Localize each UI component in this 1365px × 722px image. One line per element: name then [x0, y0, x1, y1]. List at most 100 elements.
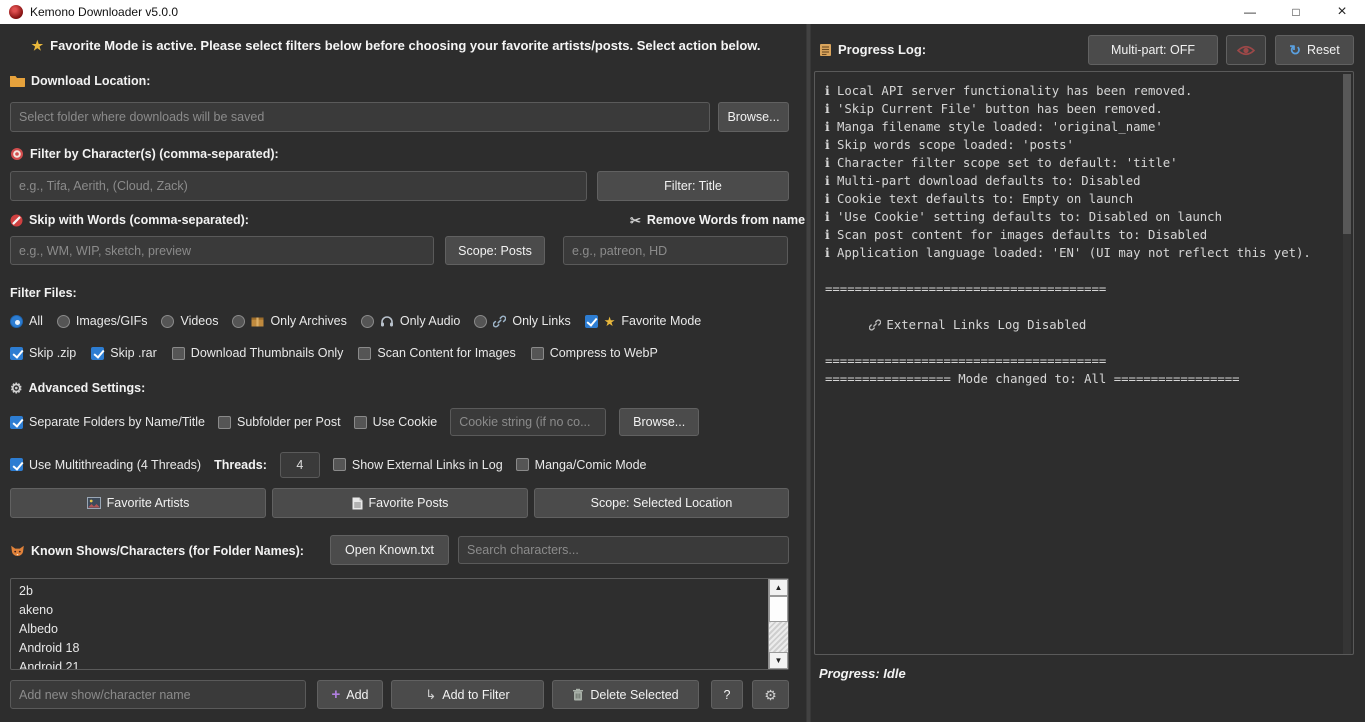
- scope-selected-location-button[interactable]: Scope: Selected Location: [534, 488, 789, 518]
- remove-words-label: ✂ Remove Words from name:: [630, 213, 809, 227]
- log-scrollbar[interactable]: [1343, 74, 1351, 654]
- radio-videos[interactable]: Videos: [161, 314, 218, 328]
- checkbox-label: Compress to WebP: [550, 346, 658, 360]
- skip-words-input[interactable]: [10, 236, 434, 265]
- add-button[interactable]: + Add: [317, 680, 383, 709]
- favorite-posts-button[interactable]: Favorite Posts: [272, 488, 528, 518]
- threads-label: Threads:: [214, 458, 267, 472]
- download-location-input[interactable]: [10, 102, 710, 132]
- log-line-text: 'Use Cookie' setting defaults to: Disabl…: [837, 210, 1222, 224]
- compress-webp-checkbox[interactable]: Compress to WebP: [531, 346, 658, 360]
- info-icon: [825, 82, 837, 100]
- checkbox-icon: [354, 416, 367, 429]
- log-blank-line: [825, 262, 1339, 280]
- browse-cookie-button[interactable]: Browse...: [619, 408, 699, 436]
- checkbox-label: Favorite Mode: [621, 314, 701, 328]
- radio-label: Videos: [180, 314, 218, 328]
- radio-label: All: [29, 314, 43, 328]
- open-known-txt-button[interactable]: Open Known.txt: [330, 535, 449, 565]
- cookie-string-input[interactable]: [450, 408, 606, 436]
- download-thumbnails-checkbox[interactable]: Download Thumbnails Only: [172, 346, 344, 360]
- list-item[interactable]: 2b: [11, 582, 788, 601]
- add-to-filter-button[interactable]: ↳ Add to Filter: [391, 680, 544, 709]
- multipart-toggle-button[interactable]: Multi-part: OFF: [1088, 35, 1218, 65]
- threads-input[interactable]: [280, 452, 320, 478]
- checkbox-icon: [10, 458, 23, 471]
- checkbox-icon: [585, 315, 598, 328]
- list-item[interactable]: Albedo: [11, 620, 788, 639]
- use-cookie-checkbox[interactable]: Use Cookie: [354, 415, 438, 429]
- checkbox-label: Use Cookie: [373, 415, 438, 429]
- help-button[interactable]: ?: [711, 680, 743, 709]
- known-characters-list[interactable]: 2b akeno Albedo Android 18 Android 21 ▲ …: [10, 578, 789, 670]
- log-line-text: Application language loaded: 'EN' (UI ma…: [837, 246, 1311, 260]
- radio-only-links[interactable]: Only Links: [474, 314, 570, 328]
- settings-gear-button[interactable]: ⚙: [752, 680, 789, 709]
- log-separator: ======================================: [825, 280, 1339, 298]
- separate-folders-checkbox[interactable]: Separate Folders by Name/Title: [10, 415, 205, 429]
- remove-words-input[interactable]: [563, 236, 788, 265]
- no-entry-icon: [10, 214, 23, 227]
- browse-download-button[interactable]: Browse...: [718, 102, 789, 132]
- checkbox-icon: [10, 416, 23, 429]
- character-filter-input[interactable]: [10, 171, 587, 201]
- scroll-thumb[interactable]: [769, 596, 788, 622]
- list-scrollbar[interactable]: ▲ ▼: [768, 579, 788, 669]
- radio-images-gifs[interactable]: Images/GIFs: [57, 314, 148, 328]
- info-icon: [825, 208, 837, 226]
- fox-icon: [10, 545, 25, 558]
- checkbox-label: Subfolder per Post: [237, 415, 341, 429]
- character-filter-scope-button[interactable]: Filter: Title: [597, 171, 789, 201]
- window-title: Kemono Downloader v5.0.0: [30, 5, 178, 19]
- subfolder-per-post-checkbox[interactable]: Subfolder per Post: [218, 415, 341, 429]
- log-line-text: Skip words scope loaded: 'posts': [837, 138, 1074, 152]
- scroll-down-button[interactable]: ▼: [769, 652, 788, 669]
- list-item[interactable]: Android 18: [11, 639, 788, 658]
- radio-label: Images/GIFs: [76, 314, 148, 328]
- star-icon: ★: [604, 315, 616, 328]
- manga-comic-mode-checkbox[interactable]: Manga/Comic Mode: [516, 458, 647, 472]
- scroll-up-button[interactable]: ▲: [769, 579, 788, 596]
- log-scroll-thumb[interactable]: [1343, 74, 1351, 234]
- advanced-row-2: Use Multithreading (4 Threads) Threads: …: [10, 450, 647, 479]
- favorite-artists-button[interactable]: Favorite Artists: [10, 488, 266, 518]
- close-button[interactable]: ×: [1319, 0, 1365, 24]
- eye-toggle-button[interactable]: [1226, 35, 1266, 65]
- checkbox-label: Use Multithreading (4 Threads): [29, 458, 201, 472]
- checkbox-icon: [333, 458, 346, 471]
- known-characters-label-text: Known Shows/Characters (for Folder Names…: [31, 544, 304, 558]
- delete-selected-button[interactable]: Delete Selected: [552, 680, 699, 709]
- favorite-mode-checkbox[interactable]: ★ Favorite Mode: [585, 314, 702, 328]
- reset-button[interactable]: ↻ Reset: [1275, 35, 1354, 65]
- checkbox-label: Download Thumbnails Only: [191, 346, 344, 360]
- radio-only-audio[interactable]: Only Audio: [361, 314, 460, 328]
- checkbox-icon: [358, 347, 371, 360]
- skip-zip-checkbox[interactable]: Skip .zip: [10, 346, 76, 360]
- list-item[interactable]: Android 21: [11, 658, 788, 670]
- log-line: Cookie text defaults to: Empty on launch: [825, 190, 1339, 208]
- skip-scope-button[interactable]: Scope: Posts: [445, 236, 545, 265]
- radio-only-archives[interactable]: Only Archives: [232, 314, 346, 328]
- search-characters-input[interactable]: [458, 536, 789, 564]
- gear-icon: ⚙: [10, 381, 23, 395]
- checkbox-icon: [91, 347, 104, 360]
- skip-rar-checkbox[interactable]: Skip .rar: [91, 346, 157, 360]
- show-external-links-checkbox[interactable]: Show External Links in Log: [333, 458, 503, 472]
- log-external-links-line: External Links Log Disabled: [825, 298, 1339, 352]
- log-line-text: Scan post content for images defaults to…: [837, 228, 1207, 242]
- remove-words-label-text: Remove Words from name:: [647, 213, 809, 227]
- target-icon: [10, 147, 24, 161]
- multithreading-checkbox[interactable]: Use Multithreading (4 Threads): [10, 458, 201, 472]
- progress-log-output[interactable]: Local API server functionality has been …: [814, 71, 1354, 655]
- link-icon: [869, 319, 881, 331]
- advanced-settings-label-text: Advanced Settings:: [29, 381, 146, 395]
- list-item[interactable]: akeno: [11, 601, 788, 620]
- add-character-input[interactable]: [10, 680, 306, 709]
- headphones-icon: [380, 315, 394, 327]
- log-line-text: External Links Log Disabled: [886, 318, 1086, 332]
- radio-all[interactable]: All: [10, 314, 43, 328]
- maximize-button[interactable]: □: [1273, 0, 1319, 24]
- scan-content-checkbox[interactable]: Scan Content for Images: [358, 346, 515, 360]
- minimize-button[interactable]: —: [1227, 0, 1273, 24]
- character-filter-label: Filter by Character(s) (comma-separated)…: [10, 147, 279, 161]
